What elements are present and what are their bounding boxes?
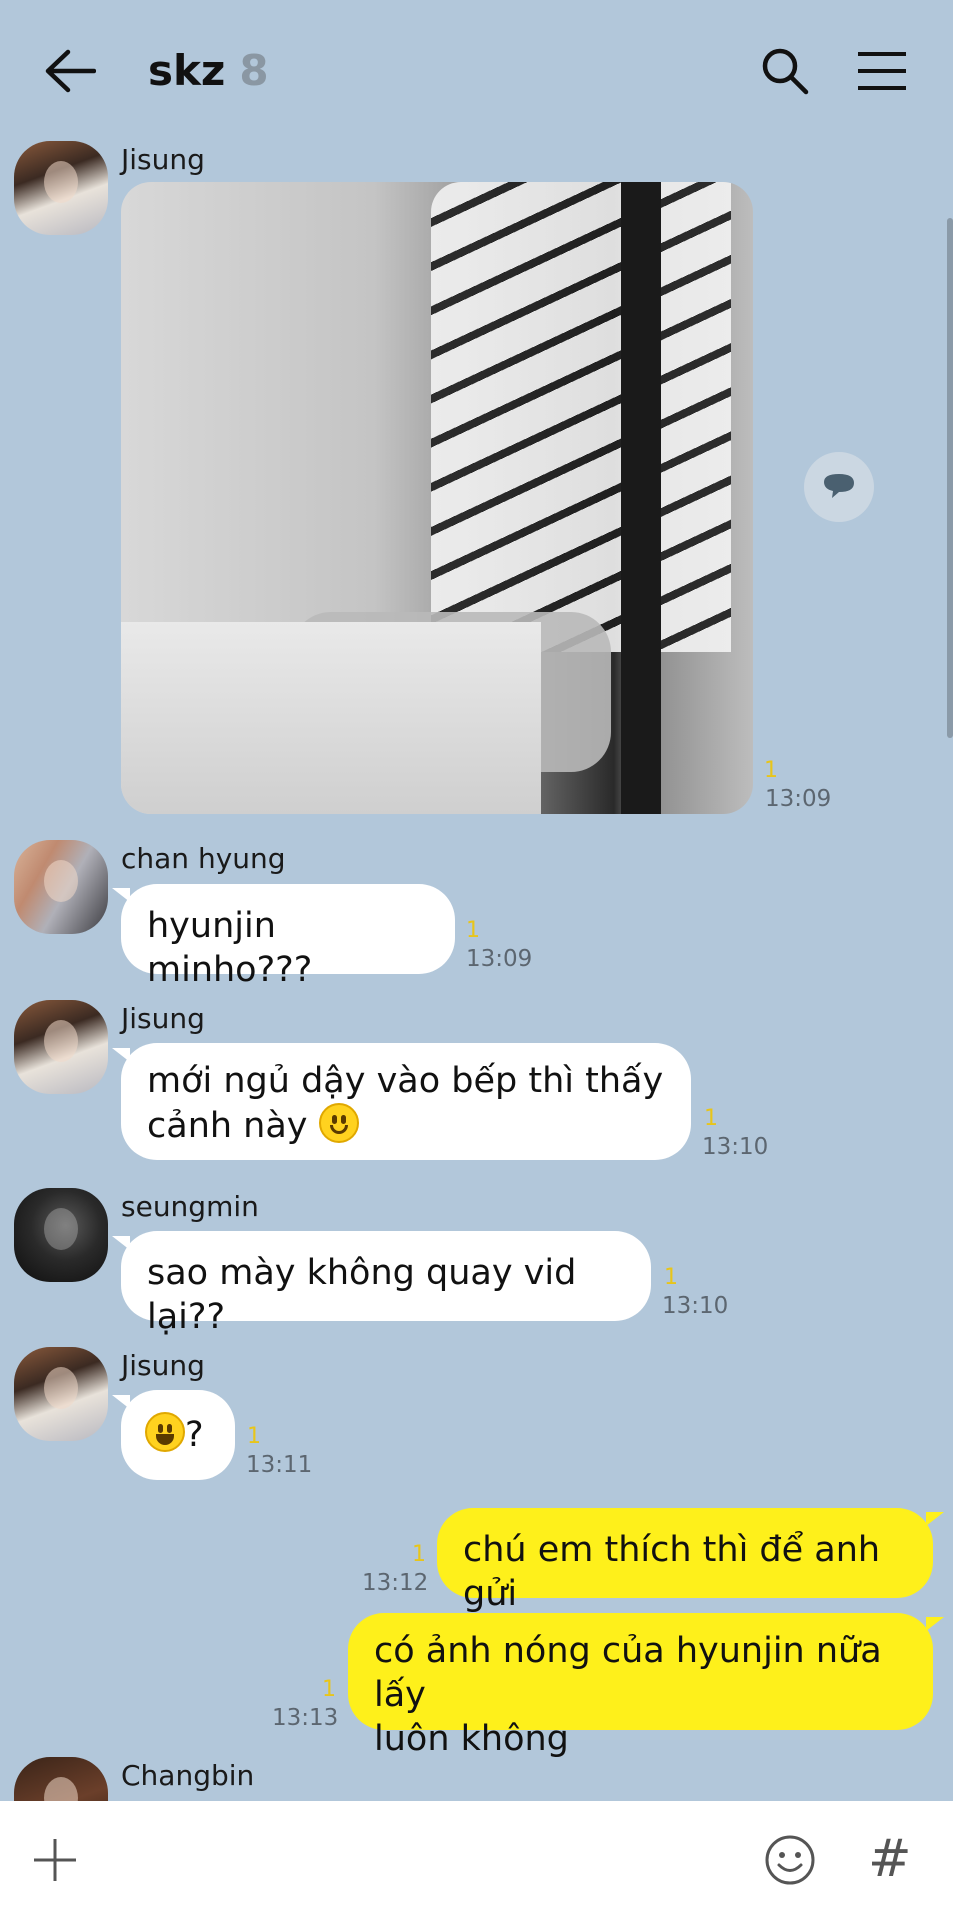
plus-icon[interactable] <box>32 1837 78 1883</box>
avatar-jisung[interactable] <box>14 1000 108 1094</box>
message-bubble[interactable]: sao mày không quay vid lại?? <box>121 1231 651 1337</box>
avatar-seungmin[interactable] <box>14 1188 108 1282</box>
message-text: hyunjin minho??? <box>147 906 313 990</box>
unread-count: 1 <box>247 1424 261 1449</box>
timestamp: 13:09 <box>765 786 832 812</box>
member-count: 8 <box>239 46 269 95</box>
sender-name: Jisung <box>121 143 205 176</box>
chat-room-name: skz <box>148 46 226 95</box>
scrollbar[interactable] <box>947 218 953 738</box>
message-text-line: cảnh này <box>147 1106 308 1146</box>
message-text-line: luôn không <box>374 1719 569 1759</box>
sender-name: seungmin <box>121 1190 259 1223</box>
timestamp: 13:10 <box>702 1134 769 1160</box>
my-message-bubble[interactable]: có ảnh nóng của hyunjin nữa lấy luôn khô… <box>348 1613 933 1759</box>
message-bubble[interactable]: ? <box>121 1390 235 1480</box>
sender-name: Jisung <box>121 1349 205 1382</box>
message-text-line: mới ngủ dậy vào bếp thì thấy <box>147 1061 664 1101</box>
timestamp: 13:10 <box>662 1293 729 1319</box>
avatar-chan-hyung[interactable] <box>14 840 108 934</box>
sender-name: Jisung <box>121 1002 205 1035</box>
smile-icon[interactable] <box>764 1834 816 1886</box>
search-icon[interactable] <box>760 46 810 96</box>
my-message-bubble[interactable]: chú em thích thì để anh gửi <box>437 1508 933 1614</box>
shared-photo[interactable] <box>121 182 753 814</box>
timestamp: 13:11 <box>246 1452 313 1478</box>
message-text: ? <box>185 1415 204 1455</box>
message-text: sao mày không quay vid lại?? <box>147 1253 577 1337</box>
timestamp: 13:09 <box>466 946 533 972</box>
grinning-face-icon <box>145 1412 185 1452</box>
chat-header: skz 8 <box>0 0 953 140</box>
share-comment-icon[interactable] <box>804 452 874 522</box>
unread-count: 1 <box>764 758 778 783</box>
sender-name: chan hyung <box>121 842 286 875</box>
message-bubble[interactable]: hyunjin minho??? <box>121 884 455 990</box>
unread-count: 1 <box>412 1542 426 1567</box>
unread-count: 1 <box>704 1106 718 1131</box>
timestamp: 13:12 <box>362 1570 429 1596</box>
message-text: chú em thích thì để anh gửi <box>463 1530 881 1614</box>
avatar-jisung[interactable] <box>14 141 108 235</box>
unread-count: 1 <box>664 1265 678 1290</box>
avatar-jisung[interactable] <box>14 1347 108 1441</box>
timestamp: 13:13 <box>272 1705 339 1731</box>
arrow-left-icon[interactable] <box>44 48 96 94</box>
slightly-smiling-face-icon <box>318 1103 359 1143</box>
hamburger-menu-icon[interactable] <box>856 50 908 92</box>
message-bubble[interactable]: mới ngủ dậy vào bếp thì thấy cảnh này <box>121 1043 691 1160</box>
unread-count: 1 <box>322 1677 336 1702</box>
hashtag-button[interactable]: # <box>868 1829 912 1889</box>
sender-name: Changbin <box>121 1759 255 1792</box>
unread-count: 1 <box>466 918 480 943</box>
chat-title: skz 8 <box>148 46 269 95</box>
message-text-line: có ảnh nóng của hyunjin nữa lấy <box>374 1631 882 1715</box>
input-bar: # <box>0 1801 953 1920</box>
